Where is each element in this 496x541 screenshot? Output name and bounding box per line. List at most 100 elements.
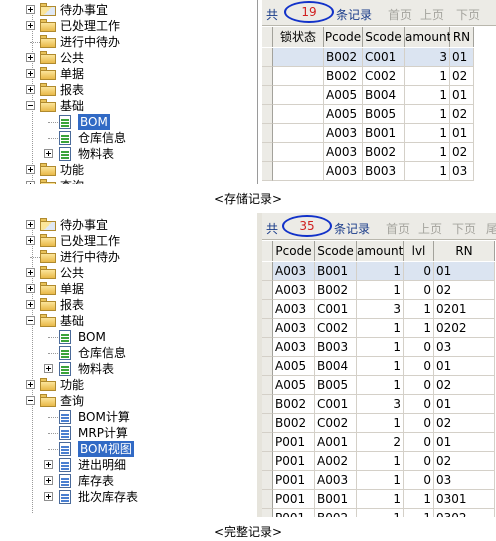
bottom-tree-node[interactable]: 库存表 bbox=[0, 473, 256, 489]
bottom-tree-node[interactable]: BOM计算 bbox=[0, 409, 256, 425]
collapse-toggle-icon[interactable] bbox=[26, 316, 35, 325]
top-row-indicator[interactable] bbox=[262, 67, 273, 86]
top-tree-node[interactable]: 仓库信息 bbox=[0, 130, 256, 146]
bottom-table-row[interactable]: A003 B003 1 0 03 bbox=[262, 338, 495, 357]
bottom-table-row[interactable]: B002 C001 3 0 01 bbox=[262, 395, 495, 414]
expand-toggle-icon[interactable] bbox=[26, 220, 35, 229]
top-navigation-tree[interactable]: 待办事宜已处理工作进行中待办公共单据报表基础BOM仓库信息物料表功能查询 bbox=[0, 0, 258, 184]
top-data-grid[interactable]: 锁状态 Pcode Scode amount RN B002 C001 3 01 B002 C002… bbox=[262, 27, 496, 184]
bottom-tree-node[interactable]: 待办事宜 bbox=[0, 217, 256, 233]
bottom-tree-node[interactable]: 单据 bbox=[0, 281, 256, 297]
bottom-row-indicator[interactable] bbox=[262, 300, 273, 319]
bottom-tree-node[interactable]: 已处理工作 bbox=[0, 233, 256, 249]
top-table-row[interactable]: A003 B003 1 03 bbox=[262, 162, 474, 181]
bottom-tree-node[interactable]: 批次库存表 bbox=[0, 489, 256, 505]
top-table-row[interactable]: A005 B004 1 01 bbox=[262, 86, 474, 105]
bottom-table-row[interactable]: A003 B002 1 0 02 bbox=[262, 281, 495, 300]
bottom-tree-node[interactable]: 物料表 bbox=[0, 361, 256, 377]
top-tree-node[interactable]: 公共 bbox=[0, 50, 256, 66]
top-tree-node[interactable]: 报表 bbox=[0, 82, 256, 98]
bottom-row-indicator[interactable] bbox=[262, 357, 273, 376]
expand-toggle-icon[interactable] bbox=[26, 165, 35, 174]
bottom-row-indicator[interactable] bbox=[262, 338, 273, 357]
expand-toggle-icon[interactable] bbox=[26, 268, 35, 277]
bottom-table-row[interactable]: P001B002110302 bbox=[262, 509, 495, 517]
top-table-row[interactable]: A005 B005 1 02 bbox=[262, 105, 474, 124]
bottom-row-indicator[interactable] bbox=[262, 395, 273, 414]
collapse-toggle-icon[interactable] bbox=[26, 396, 35, 405]
expand-toggle-icon[interactable] bbox=[44, 149, 53, 158]
bottom-tree-node[interactable]: 仓库信息 bbox=[0, 345, 256, 361]
top-tree-node[interactable]: 进行中待办 bbox=[0, 34, 256, 50]
bottom-table-row[interactable]: P001 A003 1 0 03 bbox=[262, 471, 495, 490]
top-row-indicator[interactable] bbox=[262, 143, 273, 162]
top-tree-node[interactable]: 待办事宜 bbox=[0, 2, 256, 18]
bottom-table-row[interactable]: A003 B001 1 0 01 bbox=[262, 262, 495, 281]
bottom-table-row[interactable]: A003 C002 1 1 0202 bbox=[262, 319, 495, 338]
bottom-row-indicator[interactable] bbox=[262, 376, 273, 395]
top-column-header[interactable]: Pcode bbox=[324, 27, 363, 47]
top-first-page-button[interactable]: 首页 bbox=[388, 6, 412, 23]
bottom-tree-node[interactable]: 基础 bbox=[0, 313, 256, 329]
expand-toggle-icon[interactable] bbox=[26, 69, 35, 78]
top-table-row[interactable]: B002 C001 3 01 bbox=[262, 48, 474, 67]
top-tree-node[interactable]: 功能 bbox=[0, 162, 256, 178]
bottom-tree-node[interactable]: BOM bbox=[0, 329, 256, 345]
top-table-row[interactable]: A003 B001 1 01 bbox=[262, 124, 474, 143]
top-row-indicator[interactable] bbox=[262, 48, 273, 67]
expand-toggle-icon[interactable] bbox=[26, 5, 35, 14]
expand-toggle-icon[interactable] bbox=[26, 53, 35, 62]
bottom-column-header[interactable]: Pcode bbox=[273, 241, 315, 261]
collapse-toggle-icon[interactable] bbox=[26, 101, 35, 110]
top-table-row[interactable]: A003 B002 1 02 bbox=[262, 143, 474, 162]
bottom-column-header[interactable]: Scode bbox=[315, 241, 357, 261]
expand-toggle-icon[interactable] bbox=[26, 236, 35, 245]
expand-toggle-icon[interactable] bbox=[26, 300, 35, 309]
bottom-data-grid[interactable]: Pcode Scode amount lvl RN A003 B001 1 0 01 A003 B00… bbox=[262, 241, 496, 517]
bottom-row-indicator[interactable] bbox=[262, 471, 273, 490]
bottom-row-indicator[interactable] bbox=[262, 414, 273, 433]
top-row-indicator[interactable] bbox=[262, 105, 273, 124]
bottom-table-row[interactable]: B002 C002 1 0 02 bbox=[262, 414, 495, 433]
bottom-tree-node[interactable]: 查询 bbox=[0, 393, 256, 409]
bottom-tree-node[interactable]: MRP计算 bbox=[0, 425, 256, 441]
bottom-row-indicator[interactable] bbox=[262, 319, 273, 338]
top-row-indicator[interactable] bbox=[262, 86, 273, 105]
expand-toggle-icon[interactable] bbox=[44, 476, 53, 485]
top-tree-node[interactable]: 查询 bbox=[0, 178, 256, 184]
bottom-last-page-button[interactable]: 尾 bbox=[486, 220, 496, 237]
bottom-navigation-tree[interactable]: 待办事宜 已处理工作 进行中待办 公共 单据 报表 基础 BOM 仓库信息 物料表 功能 查询 BOM计… bbox=[0, 213, 258, 517]
top-tree-node[interactable]: 已处理工作 bbox=[0, 18, 256, 34]
bottom-table-row[interactable]: P001 A002 1 0 02 bbox=[262, 452, 495, 471]
bottom-next-page-button[interactable]: 下页 bbox=[452, 220, 476, 237]
bottom-row-indicator[interactable] bbox=[262, 281, 273, 300]
bottom-column-header[interactable]: RN bbox=[434, 241, 495, 261]
top-row-indicator[interactable] bbox=[262, 124, 273, 143]
bottom-table-row[interactable]: P001 A001 2 0 01 bbox=[262, 433, 495, 452]
bottom-row-indicator[interactable] bbox=[262, 452, 273, 471]
bottom-row-indicator[interactable] bbox=[262, 490, 273, 509]
bottom-tree-node[interactable]: 报表 bbox=[0, 297, 256, 313]
bottom-tree-node[interactable]: 进行中待办 bbox=[0, 249, 256, 265]
bottom-row-indicator[interactable] bbox=[262, 509, 273, 517]
top-column-header[interactable]: amount bbox=[405, 27, 451, 47]
bottom-tree-node[interactable]: 进出明细 bbox=[0, 457, 256, 473]
bottom-table-row[interactable]: P001 B001 1 1 0301 bbox=[262, 490, 495, 509]
top-tree-node[interactable]: 物料表 bbox=[0, 146, 256, 162]
bottom-first-page-button[interactable]: 首页 bbox=[386, 220, 410, 237]
expand-toggle-icon[interactable] bbox=[44, 364, 53, 373]
top-column-header[interactable]: RN bbox=[450, 27, 474, 47]
top-tree-node[interactable]: 基础 bbox=[0, 98, 256, 114]
expand-toggle-icon[interactable] bbox=[26, 380, 35, 389]
expand-toggle-icon[interactable] bbox=[26, 181, 35, 184]
top-column-header[interactable]: Scode bbox=[363, 27, 405, 47]
top-next-page-button[interactable]: 下页 bbox=[456, 6, 480, 23]
bottom-prev-page-button[interactable]: 上页 bbox=[418, 220, 442, 237]
top-row-indicator[interactable] bbox=[262, 162, 273, 181]
top-tree-node[interactable]: 单据 bbox=[0, 66, 256, 82]
bottom-tree-node[interactable]: 公共 bbox=[0, 265, 256, 281]
top-tree-node[interactable]: BOM bbox=[0, 114, 256, 130]
bottom-column-header[interactable]: lvl bbox=[404, 241, 434, 261]
expand-toggle-icon[interactable] bbox=[26, 85, 35, 94]
expand-toggle-icon[interactable] bbox=[26, 21, 35, 30]
